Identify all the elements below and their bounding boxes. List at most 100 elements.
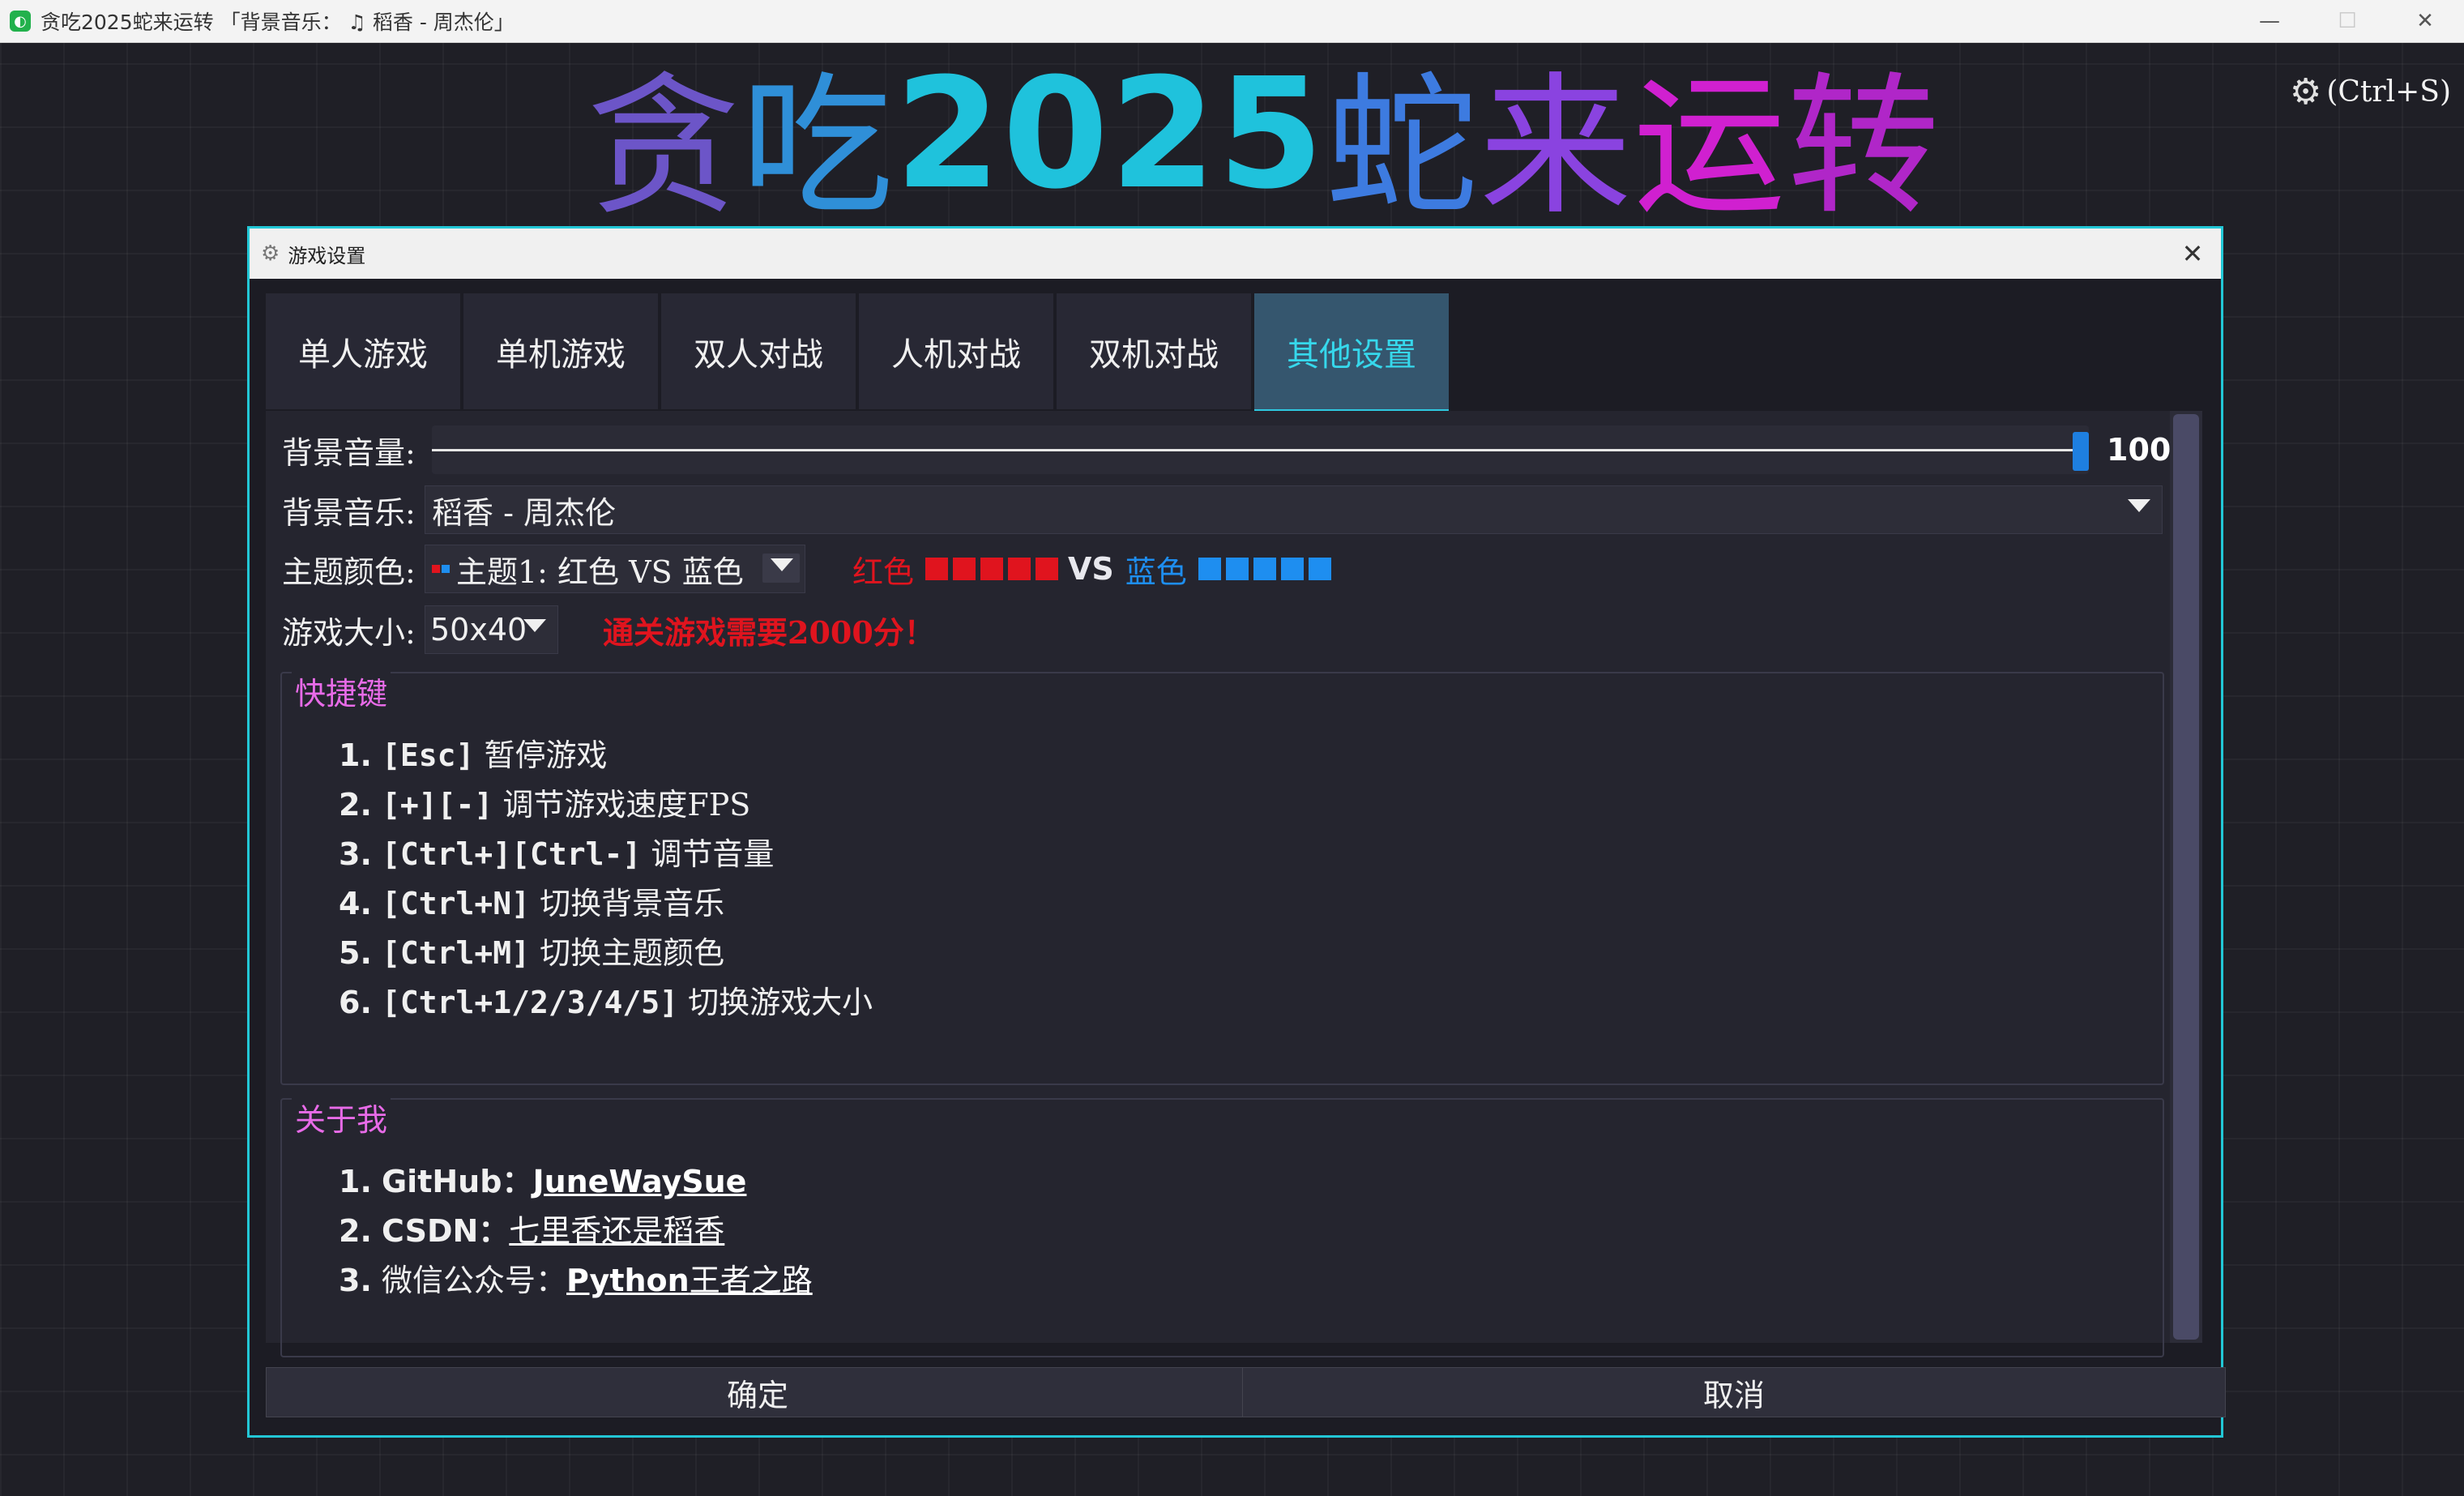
shortcut-key: [Esc] xyxy=(381,737,475,773)
theme-select[interactable]: 主题1: 红色 VS 蓝色 xyxy=(425,545,805,593)
list-item: 2. CSDN：七里香还是稻香 xyxy=(339,1206,724,1250)
shortcut-desc: 调节游戏速度FPS xyxy=(493,787,751,823)
theme-row: 主题颜色: 主题1: 红色 VS 蓝色 红色 VS 蓝色 xyxy=(266,545,1336,593)
banner-char: 蛇 xyxy=(1325,58,1480,236)
shortcut-desc: 暂停游戏 xyxy=(474,737,608,773)
size-selected-value: 50x40 xyxy=(430,612,527,648)
tab-single-machine[interactable]: 单机游戏 xyxy=(463,293,658,409)
shortcut-desc: 调节音量 xyxy=(641,836,775,872)
color-square xyxy=(1225,558,1249,580)
app-icon: ◐ xyxy=(10,11,31,32)
item-number: 4. xyxy=(339,886,372,921)
theme-left-name: 红色 xyxy=(852,554,915,590)
banner-char: 来 xyxy=(1479,58,1633,236)
csdn-link[interactable]: 七里香还是稻香 xyxy=(509,1213,724,1249)
item-number: 3. xyxy=(339,1263,372,1298)
shortcut-desc: 切换背景音乐 xyxy=(530,886,725,921)
wechat-link[interactable]: Python王者之路 xyxy=(566,1263,813,1298)
about-label: 微信公众号： xyxy=(381,1263,566,1298)
color-square xyxy=(925,558,949,580)
item-number: 2. xyxy=(339,1213,372,1249)
wechat-link-part: 王者之路 xyxy=(689,1263,813,1298)
theme-selected-value: 主题1: 红色 VS 蓝色 xyxy=(456,554,744,590)
shortcut-key: [Ctrl+1/2/3/4/5] xyxy=(381,985,679,1020)
shortcuts-title: 快捷键 xyxy=(292,669,391,713)
shortcut-key: [Ctrl+N] xyxy=(381,886,531,921)
color-square xyxy=(1198,558,1221,580)
minimize-button[interactable]: — xyxy=(2231,0,2308,42)
banner-year: 2025 xyxy=(895,45,1326,223)
shortcut-key: [+][-] xyxy=(381,787,493,823)
tab-single-player[interactable]: 单人游戏 xyxy=(266,293,460,409)
close-window-button[interactable]: ✕ xyxy=(2386,0,2464,42)
gear-icon: ⚙ xyxy=(261,241,280,266)
volume-slider-line xyxy=(432,449,2089,451)
tab-human-vs-ai[interactable]: 人机对战 xyxy=(859,293,1053,409)
music-select[interactable]: 稻香 - 周杰伦 xyxy=(425,485,2163,534)
size-label: 游戏大小: xyxy=(282,614,416,651)
list-item: 6. [Ctrl+1/2/3/4/5] 切换游戏大小 xyxy=(339,977,873,1022)
color-square xyxy=(1308,558,1331,580)
cancel-button[interactable]: 取消 xyxy=(1242,1367,2226,1417)
settings-shortcut[interactable]: ⚙ (Ctrl+S) xyxy=(2290,71,2451,113)
theme-preview: 红色 VS 蓝色 xyxy=(852,547,1336,592)
list-item: 1. GitHub：JuneWaySue xyxy=(339,1156,746,1201)
dialog-close-button[interactable]: ✕ xyxy=(2174,235,2211,272)
color-square xyxy=(1036,558,1059,580)
shortcut-desc: 切换主题颜色 xyxy=(530,935,725,971)
list-item: 3. 微信公众号：Python王者之路 xyxy=(339,1255,813,1300)
item-number: 6. xyxy=(339,985,372,1020)
shortcut-desc: 切换游戏大小 xyxy=(678,985,873,1020)
github-link[interactable]: JuneWaySue xyxy=(532,1164,746,1199)
win-score-message: 通关游戏需要2000分！ xyxy=(603,613,935,651)
size-select[interactable]: 50x40 xyxy=(425,605,558,654)
banner-char: 贪 xyxy=(587,58,741,236)
color-square xyxy=(953,558,976,580)
dialog-titlebar[interactable]: ⚙ 游戏设置 ✕ xyxy=(250,229,2221,279)
blue-color-squares xyxy=(1198,558,1336,580)
item-number: 1. xyxy=(339,1164,372,1199)
tab-other-settings[interactable]: 其他设置 xyxy=(1254,293,1449,412)
window-controls: — ☐ ✕ xyxy=(2231,0,2464,42)
list-item: 4. [Ctrl+N] 切换背景音乐 xyxy=(339,878,724,923)
tab-two-player[interactable]: 双人对战 xyxy=(661,293,856,409)
music-selected-value: 稻香 - 周杰伦 xyxy=(432,494,616,531)
wechat-link-part: Python xyxy=(566,1263,690,1298)
red-color-squares xyxy=(925,558,1063,580)
chevron-down-icon xyxy=(523,619,546,632)
settings-dialog: ⚙ 游戏设置 ✕ 单人游戏 单机游戏 双人对战 人机对战 双机对战 其他设置 背… xyxy=(247,226,2226,1438)
shortcut-key: [Ctrl+][Ctrl-] xyxy=(381,836,642,872)
about-label: CSDN： xyxy=(381,1213,510,1249)
scrollbar[interactable] xyxy=(2170,411,2202,1343)
maximize-button[interactable]: ☐ xyxy=(2308,0,2386,42)
window-title: 贪吃2025蛇来运转 「背景音乐： ♫ 稻香 - 周杰伦」 xyxy=(41,11,515,34)
confirm-button[interactable]: 确定 xyxy=(266,1367,1249,1417)
volume-row: 背景音量: xyxy=(266,425,425,474)
list-item: 3. [Ctrl+][Ctrl-] 调节音量 xyxy=(339,829,774,874)
theme-vs: VS xyxy=(1068,551,1114,587)
chevron-down-icon xyxy=(771,558,793,571)
volume-label: 背景音量: xyxy=(282,434,416,471)
banner-char: 转 xyxy=(1787,58,1941,236)
tab-ai-vs-ai[interactable]: 双机对战 xyxy=(1057,293,1251,409)
color-square xyxy=(1008,558,1031,580)
theme-swatch-icon xyxy=(432,565,451,573)
window-titlebar[interactable]: ◐ 贪吃2025蛇来运转 「背景音乐： ♫ 稻香 - 周杰伦」 — ☐ ✕ xyxy=(0,0,2464,43)
music-label: 背景音乐: xyxy=(282,494,416,531)
volume-slider[interactable] xyxy=(432,425,2089,474)
gear-icon: ⚙ xyxy=(2289,71,2322,113)
color-square xyxy=(1280,558,1304,580)
about-label: GitHub： xyxy=(381,1164,533,1199)
volume-slider-handle[interactable] xyxy=(2073,432,2089,471)
about-title: 关于我 xyxy=(292,1095,391,1139)
dialog-title: 游戏设置 xyxy=(288,244,366,267)
list-item: 5. [Ctrl+M] 切换主题颜色 xyxy=(339,928,724,972)
scrollbar-thumb[interactable] xyxy=(2173,414,2199,1340)
shortcuts-group: 快捷键 1. [Esc] 暂停游戏 2. [+][-] 调节游戏速度FPS 3.… xyxy=(280,669,2164,1085)
settings-tabs: 单人游戏 单机游戏 双人对战 人机对战 双机对战 其他设置 xyxy=(266,293,1452,412)
list-item: 2. [+][-] 调节游戏速度FPS xyxy=(339,780,750,824)
size-row: 游戏大小: 50x40 通关游戏需要2000分！ xyxy=(266,605,935,654)
about-group: 关于我 1. GitHub：JuneWaySue 2. CSDN：七里香还是稻香… xyxy=(280,1095,2164,1357)
chevron-down-icon xyxy=(2128,499,2150,512)
game-banner-title: 贪 吃 2025 蛇 来 运 转 xyxy=(587,45,1939,237)
